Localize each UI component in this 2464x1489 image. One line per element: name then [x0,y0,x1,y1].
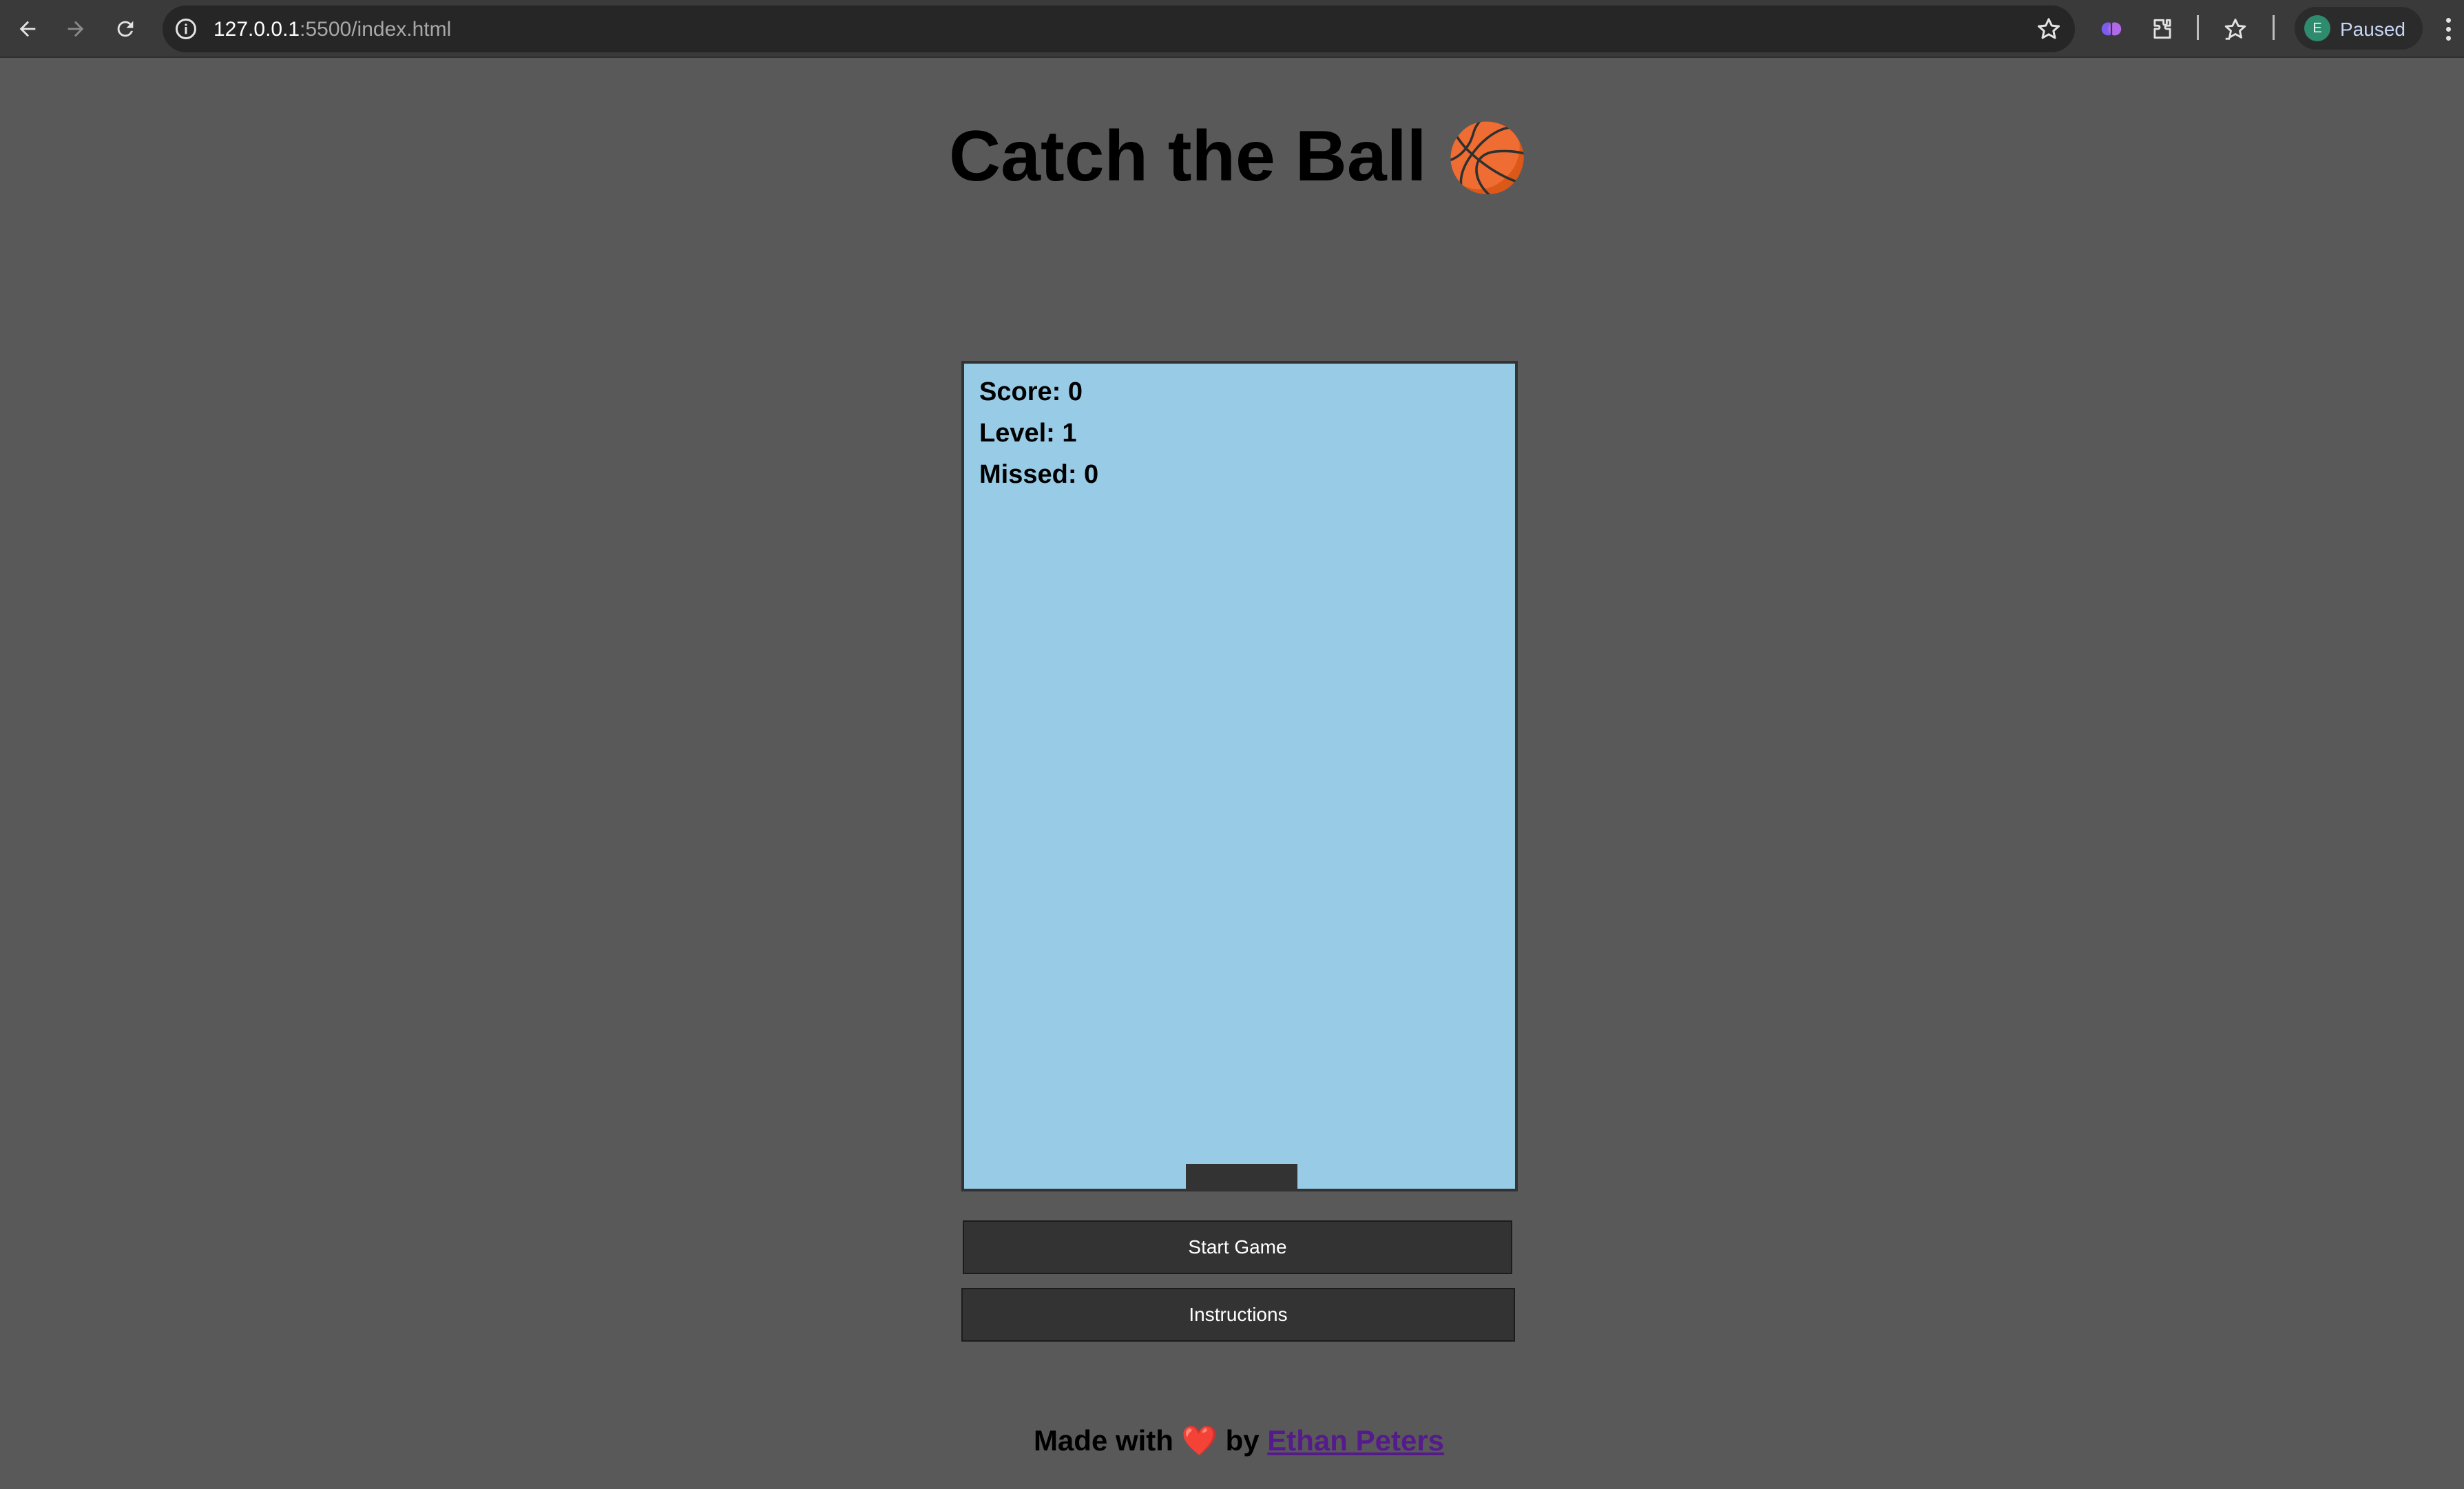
author-link[interactable]: Ethan Peters [1267,1424,1444,1457]
start-game-button[interactable]: Start Game [963,1220,1512,1274]
bookmark-star-icon[interactable] [2035,15,2063,43]
footer: Made with ❤️ by Ethan Peters [0,1424,2464,1458]
heart-icon: ❤️ [1181,1424,1218,1457]
extensions-puzzle-icon [2153,19,2171,39]
footer-by: by [1225,1424,1260,1457]
score-label: Score: 0 [979,377,1083,406]
reload-icon [117,21,134,37]
level-label: Level: 1 [979,419,1077,448]
profile-status: Paused [2340,19,2405,40]
toolbar-separator [2273,15,2275,40]
extensions-button[interactable] [2146,12,2179,45]
bookmarks-icon [2224,19,2246,40]
toolbar-separator [2197,15,2199,40]
forward-icon [67,21,84,37]
forward-button[interactable] [56,10,95,48]
instructions-button[interactable]: Instructions [961,1288,1515,1342]
extension-brain-button[interactable] [2095,12,2128,45]
profile-button[interactable]: E Paused [2295,7,2423,50]
game-area[interactable]: Score: 0 Level: 1 Missed: 0 [961,361,1518,1191]
info-icon[interactable] [174,17,198,41]
back-icon [19,21,36,37]
page-title: Catch the Ball 🏀 [0,116,2464,198]
address-bar[interactable]: 127.0.0.1:5500/index.html [163,6,2075,52]
paddle[interactable] [1186,1164,1297,1191]
basketball-icon: 🏀 [1446,121,1529,195]
page-title-text: Catch the Ball [949,116,1427,196]
browser-toolbar: 127.0.0.1:5500/index.html E Paused [0,0,2464,58]
bookmarks-button[interactable] [2219,12,2252,45]
extension-brain-icon [2101,22,2122,36]
missed-label: Missed: 0 [979,460,1099,489]
back-button[interactable] [8,10,47,48]
footer-prefix: Made with [1033,1424,1173,1457]
url-path: :5500/index.html [300,18,452,41]
url-text[interactable]: 127.0.0.1:5500/index.html [213,18,451,41]
menu-dots-icon[interactable] [2438,12,2458,45]
reload-button[interactable] [106,10,145,48]
avatar: E [2304,15,2330,41]
url-host: 127.0.0.1 [213,18,300,41]
